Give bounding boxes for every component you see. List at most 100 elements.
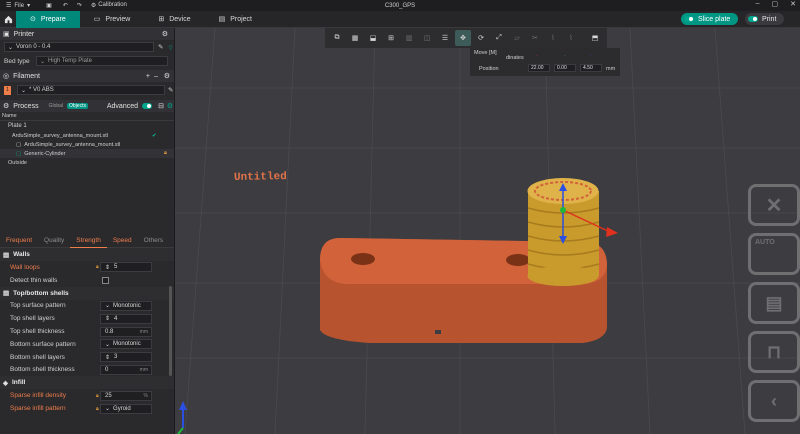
- lock-icon[interactable]: 🔒︎: [164, 150, 167, 157]
- bottom-surface-pattern-select[interactable]: ⌄ Monotonic: [100, 339, 152, 350]
- add-filament-icon[interactable]: +: [146, 73, 150, 80]
- tab-strength[interactable]: Strength: [70, 234, 107, 248]
- edit-filament-icon[interactable]: ✎: [168, 86, 173, 94]
- tab-quality[interactable]: Quality: [38, 234, 70, 248]
- close-icon[interactable]: ✕: [790, 0, 796, 8]
- position-y-input[interactable]: 0.00: [554, 64, 576, 72]
- print-button[interactable]: Print: [745, 13, 785, 25]
- grid-icon[interactable]: ▦: [347, 30, 363, 46]
- process-settings-icon[interactable]: ⚙: [167, 102, 173, 110]
- scale-tool-icon[interactable]: ⤢: [491, 30, 507, 46]
- bottom-shell-layers-input[interactable]: ⇕ 3: [100, 352, 152, 363]
- save-icon[interactable]: ▣: [46, 2, 52, 9]
- maximize-icon[interactable]: ▢: [772, 0, 779, 8]
- tab-speed[interactable]: Speed: [107, 234, 138, 248]
- 3d-viewport[interactable]: Untitled ⧉ ▦ ⬓ ⊞ ▥ ◫ ☰ ✥ ⟳ ⤢ ▱ ✂ ⌇ ⌇ ⬒ M…: [175, 28, 800, 434]
- stepper-icon[interactable]: ⇕: [105, 264, 110, 271]
- layers-icon[interactable]: ▥: [401, 30, 417, 46]
- position-z-input[interactable]: 4.50: [580, 64, 602, 72]
- bed-type-label: Bed type: [4, 57, 30, 65]
- list-item[interactable]: ▢ ArduSimple_survey_antenna_mount.stl: [0, 140, 174, 149]
- stepper-icon[interactable]: ⇕: [105, 354, 110, 361]
- plate-settings-icon[interactable]: ‹: [748, 380, 800, 422]
- filament-settings-icon[interactable]: ⚙: [164, 72, 170, 80]
- printer-select[interactable]: ⌄ Voron 0 - 0.4: [4, 42, 154, 52]
- lock-icon[interactable]: 🔒︎: [96, 264, 99, 270]
- filament-section-header[interactable]: ◎ Filament + – ⚙: [0, 70, 174, 82]
- redo-icon[interactable]: ↷: [77, 2, 82, 9]
- list-item[interactable]: ArduSimple_survey_antenna_mount.stl ✔: [0, 131, 174, 140]
- add-object-icon[interactable]: ⧉: [329, 30, 345, 46]
- x-axis-marker: ·: [536, 53, 538, 59]
- objects-tab[interactable]: Objects: [67, 103, 88, 109]
- tab-device[interactable]: ⊞ Device: [144, 11, 204, 28]
- lock-icon[interactable]: 🔒︎: [96, 393, 99, 399]
- edit-printer-icon[interactable]: ✎: [158, 43, 163, 51]
- move-tool-icon[interactable]: ✥: [455, 30, 471, 46]
- list-item[interactable]: Outside: [0, 158, 174, 167]
- stepper-icon[interactable]: ⇕: [105, 315, 110, 322]
- param-scrollbar[interactable]: [169, 286, 172, 376]
- global-tab[interactable]: Global: [49, 103, 63, 109]
- bottom-shell-layers-row: Bottom shell layers ⇕ 3: [0, 351, 174, 364]
- slice-plate-button[interactable]: Slice plate: [681, 13, 739, 25]
- minimize-icon[interactable]: –: [756, 0, 760, 8]
- list-icon[interactable]: ☰: [437, 30, 453, 46]
- orient-icon[interactable]: ⬓: [365, 30, 381, 46]
- file-menu[interactable]: File: [14, 3, 24, 9]
- checkmark-icon[interactable]: ✔: [152, 133, 157, 139]
- tab-others[interactable]: Others: [138, 234, 170, 248]
- seam-paint-icon[interactable]: ⌇: [563, 30, 579, 46]
- tab-project[interactable]: ▤ Project: [205, 11, 266, 28]
- infill-group-header: ◈ Infill: [0, 376, 174, 390]
- preview-icon: ▭: [93, 16, 101, 23]
- advanced-toggle[interactable]: [142, 103, 152, 109]
- tab-frequent[interactable]: Frequent: [0, 234, 38, 248]
- main-tab-bar: ⊙ Prepare ▭ Preview ⊞ Device ▤ Project: [0, 10, 800, 28]
- walls-group-header: ▤ Walls: [0, 248, 174, 261]
- printer-icon: ▣: [3, 31, 10, 38]
- slice-toggle[interactable]: [684, 16, 694, 22]
- wall-loops-row: Wall loops 🔒︎ ⇕ 5: [0, 261, 174, 274]
- tab-prepare[interactable]: ⊙ Prepare: [16, 10, 80, 28]
- printer-section-header[interactable]: ▣ Printer ⚙: [0, 28, 174, 40]
- arrange-icon[interactable]: ⊞: [383, 30, 399, 46]
- top-shell-thickness-input[interactable]: 0.8 mm: [100, 326, 152, 337]
- undo-icon[interactable]: ↶: [63, 2, 68, 9]
- print-toggle[interactable]: [748, 16, 758, 22]
- detect-thin-walls-checkbox[interactable]: [102, 276, 109, 284]
- rotate-tool-icon[interactable]: ⟳: [473, 30, 489, 46]
- list-item[interactable]: ▢ Generic-Cylinder 🔒︎: [0, 149, 174, 158]
- bottom-shell-thickness-row: Bottom shell thickness 0 mm: [0, 364, 174, 377]
- bottom-shell-thickness-input[interactable]: 0 mm: [100, 364, 152, 375]
- wall-loops-input[interactable]: ⇕ 5: [100, 262, 152, 273]
- auto-orient-icon[interactable]: AUTO: [748, 233, 800, 275]
- printer-settings-icon[interactable]: ⚙: [162, 30, 168, 38]
- filament-select[interactable]: ⌄ * V0 ABS: [17, 85, 165, 95]
- calibration-menu[interactable]: ⚙ Calibration: [91, 2, 127, 9]
- lock-plate-icon[interactable]: ⊓: [748, 331, 800, 373]
- support-paint-icon[interactable]: ⌇: [545, 30, 561, 46]
- split-icon[interactable]: ◫: [419, 30, 435, 46]
- lock-icon[interactable]: 🔒︎: [96, 406, 99, 412]
- top-shell-layers-input[interactable]: ⇕ 4: [100, 313, 152, 324]
- delete-all-icon[interactable]: ✕: [748, 184, 800, 226]
- sparse-infill-pattern-select[interactable]: ⌄ Gyroid: [100, 403, 152, 414]
- list-item[interactable]: Plate 1: [0, 121, 174, 131]
- sparse-infill-density-input[interactable]: 25%: [100, 390, 152, 401]
- home-icon[interactable]: [0, 11, 16, 28]
- arrange-plate-icon[interactable]: ▤: [748, 282, 800, 324]
- lay-on-face-icon[interactable]: ▱: [509, 30, 525, 46]
- bed-type-select[interactable]: ⌄ High Temp Plate: [36, 56, 168, 66]
- tab-preview[interactable]: ▭ Preview: [80, 11, 145, 28]
- compare-icon[interactable]: ⊟: [158, 102, 164, 110]
- wifi-icon[interactable]: ⌔: [167, 43, 173, 52]
- measure-icon[interactable]: ⬒: [587, 30, 603, 46]
- top-surface-pattern-select[interactable]: ⌄ Monotonic: [100, 300, 152, 311]
- name-column-header: Name: [2, 113, 17, 119]
- position-x-input[interactable]: 22.00: [528, 64, 550, 72]
- app-menu[interactable]: ☰ File ▾: [6, 2, 31, 10]
- cut-icon[interactable]: ✂: [527, 30, 543, 46]
- dropdown-arrow-icon: ▾: [27, 3, 31, 9]
- remove-filament-icon[interactable]: –: [154, 73, 158, 80]
